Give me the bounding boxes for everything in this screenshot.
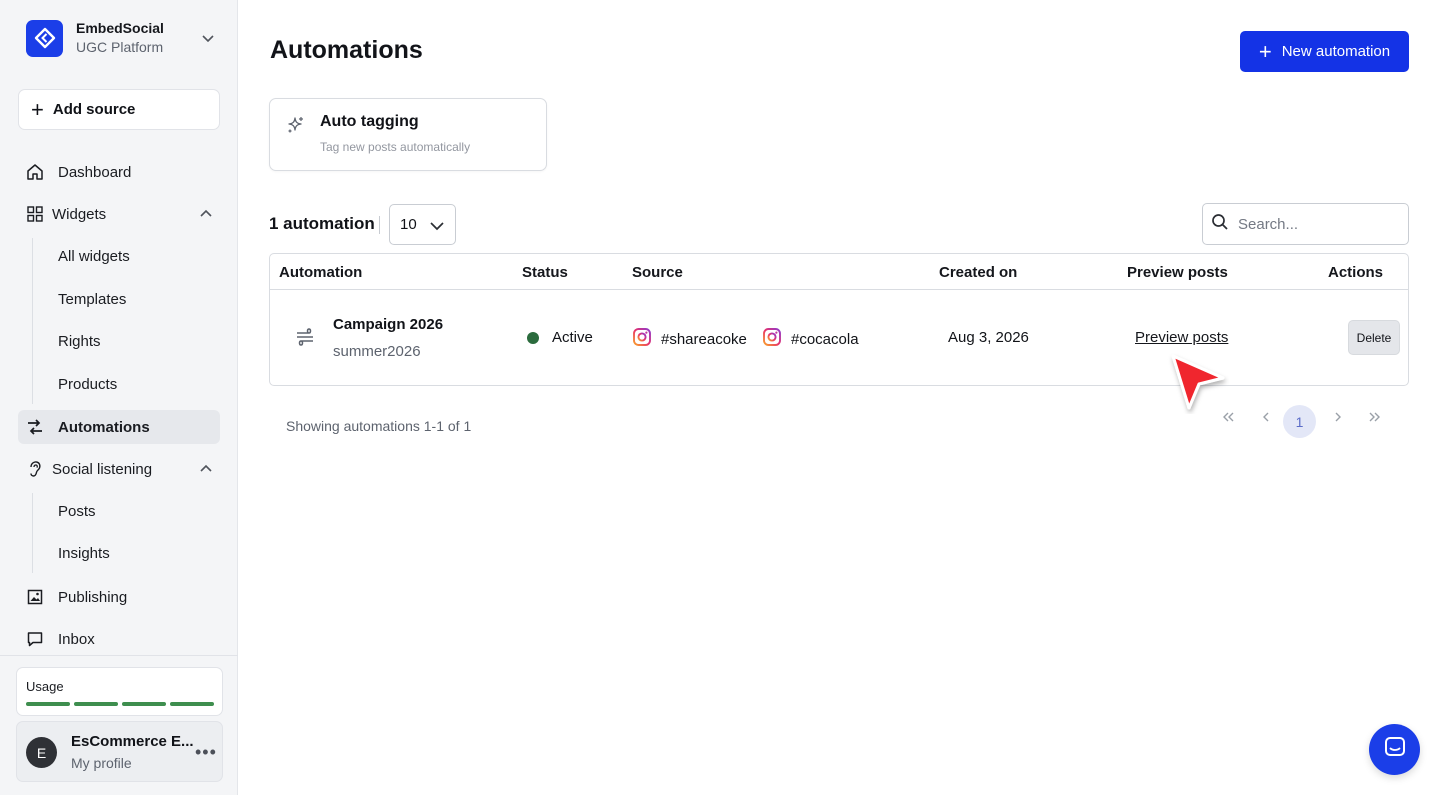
chat-icon — [1383, 735, 1407, 764]
column-header-created-on: Created on — [939, 264, 1018, 281]
sidebar-item-publishing[interactable]: Publishing — [18, 580, 220, 614]
automation-icon — [294, 326, 316, 353]
usage-label: Usage — [26, 679, 64, 694]
page-title: Automations — [270, 36, 423, 64]
plus-icon: + — [1258, 38, 1272, 64]
search-icon — [1211, 213, 1229, 236]
sidebar-item-templates[interactable]: Templates — [58, 291, 126, 308]
automation-tag: summer2026 — [333, 343, 421, 360]
column-header-automation: Automation — [279, 264, 363, 281]
column-header-actions: Actions — [1328, 264, 1384, 281]
avatar: E — [26, 737, 57, 768]
last-page-icon[interactable] — [1368, 410, 1382, 428]
auto-tagging-title: Auto tagging — [320, 113, 419, 130]
created-date: Aug 3, 2026 — [948, 329, 1029, 346]
automation-count: 1 automation — [269, 214, 375, 233]
pagination-summary: Showing automations 1-1 of 1 — [286, 418, 472, 434]
add-source-button[interactable]: + Add source — [18, 89, 220, 130]
delete-button[interactable]: Delete — [1348, 320, 1400, 355]
usage-bar-segment — [26, 702, 70, 706]
page-size-select[interactable]: 10 — [389, 204, 456, 245]
plus-icon: + — [31, 96, 44, 122]
usage-bar-segment — [170, 702, 214, 706]
auto-tagging-card[interactable]: Auto tagging Tag new posts automatically — [269, 98, 547, 171]
auto-tagging-subtitle: Tag new posts automatically — [320, 140, 471, 154]
sidebar: EmbedSocial UGC Platform + Add source Da… — [0, 0, 238, 795]
usage-bars — [26, 702, 214, 706]
sidebar-item-automations[interactable]: Automations — [18, 410, 220, 444]
pointer-cursor-icon — [1165, 350, 1229, 419]
more-options-icon[interactable]: ••• — [195, 742, 217, 763]
sparkle-icon — [286, 115, 306, 140]
search-input[interactable] — [1238, 215, 1398, 233]
chevron-down-icon — [429, 219, 445, 236]
home-icon — [25, 162, 45, 182]
new-automation-label: New automation — [1281, 43, 1391, 60]
sidebar-item-label: Inbox — [58, 630, 95, 648]
brand-subtitle: UGC Platform — [76, 39, 164, 55]
embedsocial-logo-icon — [26, 19, 63, 57]
sidebar-item-products[interactable]: Products — [58, 376, 117, 393]
next-page-icon[interactable] — [1333, 410, 1343, 428]
column-header-preview-posts: Preview posts — [1127, 264, 1228, 281]
image-icon — [25, 587, 45, 607]
submenu-divider — [32, 493, 33, 573]
usage-bar-segment — [74, 702, 118, 706]
preview-posts-link[interactable]: Preview posts — [1135, 329, 1228, 346]
profile-link: My profile — [71, 755, 132, 771]
search-field[interactable] — [1202, 203, 1409, 245]
page-number-current[interactable]: 1 — [1283, 405, 1316, 438]
sidebar-item-all-widgets[interactable]: All widgets — [58, 248, 130, 265]
profile-card[interactable]: E EsCommerce E... My profile ••• — [16, 721, 223, 782]
status-dot — [527, 332, 539, 344]
sidebar-item-dashboard[interactable]: Dashboard — [18, 155, 220, 189]
chevron-up-icon — [198, 206, 214, 226]
ear-icon — [25, 459, 45, 479]
table-header-divider — [270, 289, 1408, 290]
brand-name: EmbedSocial — [76, 20, 164, 37]
status-badge: Active — [552, 329, 593, 346]
sidebar-item-widgets[interactable]: Widgets — [18, 197, 220, 231]
source-hashtag: #cocacola — [791, 330, 859, 348]
instagram-icon — [762, 327, 782, 351]
usage-bar-segment — [122, 702, 166, 706]
instagram-icon — [632, 327, 652, 351]
count-separator — [379, 216, 380, 234]
source-item: #cocacola — [762, 327, 859, 351]
sidebar-item-label: Social listening — [52, 460, 153, 478]
sidebar-item-label: Dashboard — [58, 163, 132, 181]
usage-card[interactable]: Usage — [16, 667, 223, 716]
add-source-label: Add source — [52, 101, 136, 118]
sidebar-item-label: Automations — [58, 418, 150, 436]
automation-icon — [25, 417, 45, 437]
new-automation-button[interactable]: + New automation — [1240, 31, 1409, 72]
source-hashtag: #shareacoke — [661, 330, 747, 348]
sidebar-item-inbox[interactable]: Inbox — [18, 622, 220, 656]
submenu-divider — [32, 238, 33, 404]
grid-icon — [25, 204, 45, 224]
sidebar-item-social-listening[interactable]: Social listening — [18, 452, 220, 486]
sidebar-item-rights[interactable]: Rights — [58, 333, 101, 350]
column-header-source: Source — [632, 264, 683, 281]
automation-name[interactable]: Campaign 2026 — [333, 316, 443, 333]
sidebar-divider — [0, 655, 238, 656]
support-chat-button[interactable] — [1369, 724, 1420, 775]
sidebar-item-label: Publishing — [58, 588, 128, 606]
sidebar-item-label: Widgets — [52, 205, 107, 223]
source-item: #shareacoke — [632, 327, 747, 351]
brand-switcher[interactable]: EmbedSocial UGC Platform — [26, 18, 226, 58]
column-header-status: Status — [522, 264, 568, 281]
page-size-value: 10 — [400, 216, 417, 233]
automations-table: Automation Status Source Created on Prev… — [269, 253, 1409, 386]
sidebar-item-insights[interactable]: Insights — [58, 545, 110, 562]
chevron-down-icon — [200, 30, 216, 51]
chevron-up-icon — [198, 461, 214, 481]
previous-page-icon[interactable] — [1261, 410, 1271, 428]
chat-bubble-icon — [25, 629, 45, 649]
profile-name: EsCommerce E... — [71, 733, 194, 750]
sidebar-item-posts[interactable]: Posts — [58, 503, 96, 520]
